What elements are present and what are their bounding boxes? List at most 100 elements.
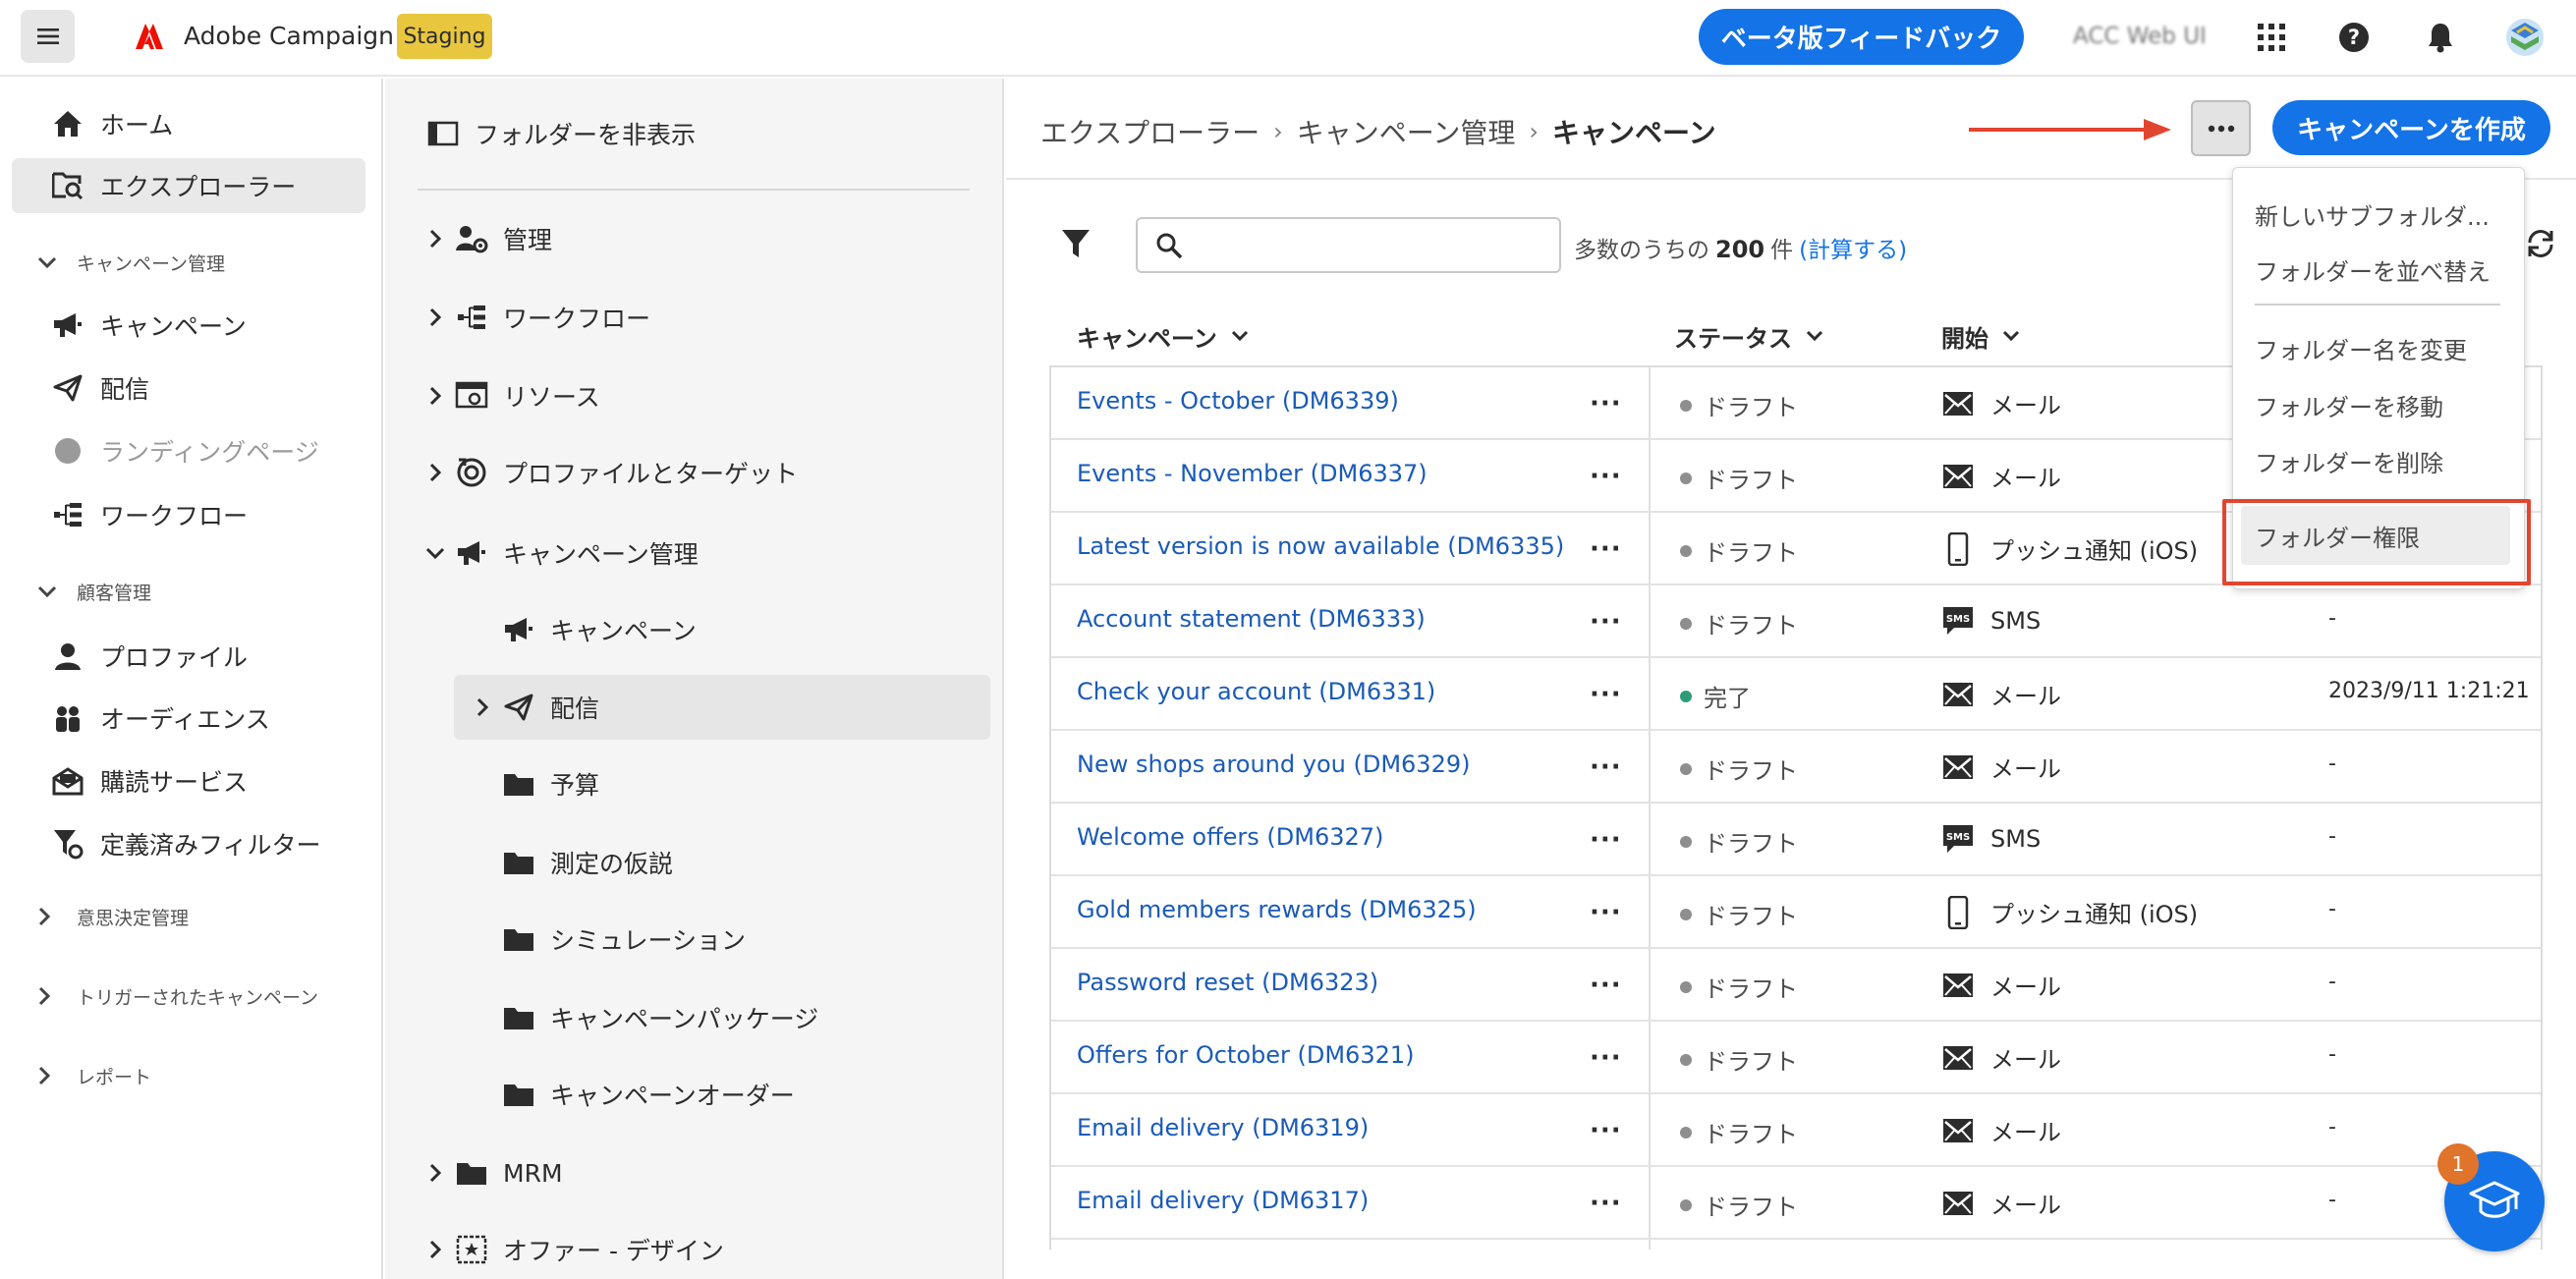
calculate-count-link[interactable]: (計算する) <box>1799 231 1907 264</box>
folder-profiles-targets[interactable]: プロファイルとターゲット <box>424 445 798 500</box>
campaign-name-link[interactable]: Account statement (DM6333) <box>1077 605 1426 633</box>
chevron-right-icon[interactable] <box>424 1240 446 1259</box>
row-more-icon[interactable]: ··· <box>1590 971 1622 1000</box>
campaign-name-link[interactable]: Events - November (DM6337) <box>1077 460 1428 487</box>
row-more-icon[interactable]: ··· <box>1590 389 1622 418</box>
apps-grid-icon[interactable] <box>2252 18 2291 57</box>
campaign-name-link[interactable]: Offers for October (DM6321) <box>1077 1041 1415 1069</box>
folder-campaign-management[interactable]: キャンペーン管理 <box>424 526 699 581</box>
breadcrumb-campaign-management[interactable]: キャンペーン管理 <box>1297 112 1516 151</box>
refresh-icon[interactable] <box>2525 229 2556 258</box>
row-more-icon[interactable]: ··· <box>1590 534 1622 564</box>
nav-landing-pages[interactable]: ランディングページ <box>12 423 365 478</box>
table-row[interactable]: Password reset (DM6323) ··· ドラフト メール - <box>1051 949 2541 1022</box>
nav-profiles[interactable]: プロファイル <box>12 629 365 684</box>
table-row[interactable]: Account statement (DM6333) ··· ドラフト SMS SMS - <box>1051 585 2541 658</box>
menu-rename-folder[interactable]: フォルダー名を変更 <box>2255 331 2467 365</box>
nav-home[interactable]: ホーム <box>12 96 365 151</box>
table-row[interactable]: Welcome offers (DM6327) ··· ドラフト SMS SMS - <box>1051 804 2541 876</box>
nav-deliveries[interactable]: 配信 <box>12 361 365 416</box>
search-input[interactable] <box>1197 227 1550 264</box>
table-row[interactable]: Gold members rewards (DM6325) ··· ドラフト プッシュ… <box>1051 876 2541 949</box>
column-header-status[interactable]: ステータス <box>1674 316 1823 356</box>
table-row[interactable]: Check your account (DM6331) ··· 完了 メール 2023/… <box>1051 658 2541 731</box>
campaign-name-link[interactable]: Email delivery (DM6319) <box>1077 1114 1369 1141</box>
table-row[interactable]: Email delivery (DM6319) ··· ドラフト メール - <box>1051 1094 2541 1167</box>
folder-label: MRM <box>503 1158 563 1188</box>
nav-section-decisioning[interactable]: 意思決定管理 <box>37 900 189 933</box>
campaign-name-link[interactable]: Password reset (DM6323) <box>1077 969 1378 996</box>
folder-campaign-packages[interactable]: キャンペーンパッケージ <box>501 990 818 1045</box>
channel-label: プッシュ通知 (iOS) <box>1990 537 2199 565</box>
menu-icon <box>36 28 59 44</box>
hamburger-menu-button[interactable] <box>21 10 75 63</box>
mail-icon <box>1941 678 1975 711</box>
beta-feedback-button[interactable]: ベータ版フィードバック <box>1699 9 2024 65</box>
table-row[interactable]: Email delivery (DM6317) ··· ドラフト メール - <box>1051 1167 2541 1240</box>
row-more-icon[interactable]: ··· <box>1590 680 1622 709</box>
nav-section-campaign-management[interactable]: キャンペーン管理 <box>37 246 225 279</box>
row-more-icon[interactable]: ··· <box>1590 1189 1622 1218</box>
chevron-right-icon[interactable] <box>424 1163 446 1183</box>
nav-section-customer-management[interactable]: 顧客管理 <box>37 575 151 608</box>
campaign-name-link[interactable]: Latest version is now available (DM6335) <box>1077 532 1564 560</box>
campaign-name-link[interactable]: Email delivery (DM6317) <box>1077 1187 1369 1214</box>
chevron-right-icon[interactable] <box>424 463 446 482</box>
notification-bell-icon[interactable] <box>2421 18 2460 57</box>
campaign-name-link[interactable]: Check your account (DM6331) <box>1077 678 1435 705</box>
status-dot-icon <box>1680 544 1692 557</box>
row-more-icon[interactable]: ··· <box>1590 1116 1622 1145</box>
table-row[interactable]: Offers for October (DM6321) ··· ドラフト メール - <box>1051 1022 2541 1094</box>
folder-campaign-orders[interactable]: キャンペーンオーダー <box>501 1067 795 1122</box>
filter-icon[interactable] <box>1061 228 1091 259</box>
chevron-right-icon[interactable] <box>472 697 493 717</box>
campaign-name-link[interactable]: New shops around you (DM6329) <box>1077 751 1470 778</box>
row-more-icon[interactable]: ··· <box>1590 1043 1622 1073</box>
chevron-down-icon[interactable] <box>424 547 446 559</box>
table-row[interactable]: New shops around you (DM6329) ··· ドラフト メール - <box>1051 731 2541 804</box>
nav-audiences[interactable]: オーディエンス <box>12 691 365 746</box>
folder-simulations[interactable]: シミュレーション <box>501 912 746 967</box>
row-more-icon[interactable]: ··· <box>1590 898 1622 927</box>
campaign-name-link[interactable]: Gold members rewards (DM6325) <box>1077 896 1477 923</box>
row-more-icon[interactable]: ··· <box>1590 607 1622 637</box>
folder-resources[interactable]: リソース <box>424 368 600 423</box>
folder-campaigns[interactable]: キャンペーン <box>501 602 697 657</box>
nav-explorer[interactable]: エクスプローラー <box>12 158 365 213</box>
menu-delete-folder[interactable]: フォルダーを削除 <box>2255 444 2443 478</box>
nav-campaigns[interactable]: キャンペーン <box>12 298 365 353</box>
folder-budget[interactable]: 予算 <box>501 756 599 811</box>
nav-predefined-filters[interactable]: 定義済みフィルター <box>12 816 365 871</box>
column-header-campaign[interactable]: キャンペーン <box>1077 316 1249 356</box>
menu-move-folder[interactable]: フォルダーを移動 <box>2255 388 2443 422</box>
folder-mrm[interactable]: MRM <box>424 1145 563 1200</box>
org-switcher[interactable]: ACC Web UI <box>2073 24 2207 49</box>
help-icon[interactable]: ? <box>2334 18 2374 57</box>
folder-offers-design[interactable]: オファー - デザイン <box>424 1222 724 1277</box>
campaign-name-link[interactable]: Events - October (DM6339) <box>1077 387 1399 415</box>
hide-folders-button[interactable]: フォルダーを非表示 <box>427 114 696 153</box>
menu-new-subfolder[interactable]: 新しいサブフォルダ... <box>2255 197 2490 232</box>
user-avatar-icon[interactable] <box>2505 18 2545 57</box>
nav-subscriptions[interactable]: 購読サービス <box>12 753 365 808</box>
campaign-name-link[interactable]: Welcome offers (DM6327) <box>1077 823 1383 851</box>
channel-label: メール <box>1990 1046 2061 1074</box>
folder-hypotheses[interactable]: 測定の仮説 <box>501 835 673 890</box>
nav-section-reports[interactable]: レポート <box>37 1059 151 1092</box>
chevron-right-icon[interactable] <box>424 386 446 406</box>
column-header-start[interactable]: 開始 <box>1941 316 2020 356</box>
nav-workflows[interactable]: ワークフロー <box>12 487 365 542</box>
folder-deliveries[interactable]: 配信 <box>454 675 990 740</box>
create-campaign-button[interactable]: キャンペーンを作成 <box>2272 100 2550 155</box>
folder-admin[interactable]: 管理 <box>424 211 552 266</box>
more-actions-button[interactable] <box>2191 100 2251 156</box>
chevron-right-icon[interactable] <box>424 229 446 249</box>
row-more-icon[interactable]: ··· <box>1590 462 1622 491</box>
chevron-right-icon[interactable] <box>424 307 446 327</box>
row-more-icon[interactable]: ··· <box>1590 825 1622 855</box>
menu-sort-folders[interactable]: フォルダーを並べ替え <box>2255 252 2491 287</box>
breadcrumb-explorer[interactable]: エクスプローラー <box>1040 112 1260 151</box>
folder-workflows[interactable]: ワークフロー <box>424 290 650 345</box>
row-more-icon[interactable]: ··· <box>1590 752 1622 782</box>
nav-section-triggered-campaigns[interactable]: トリガーされたキャンペーン <box>37 979 318 1013</box>
